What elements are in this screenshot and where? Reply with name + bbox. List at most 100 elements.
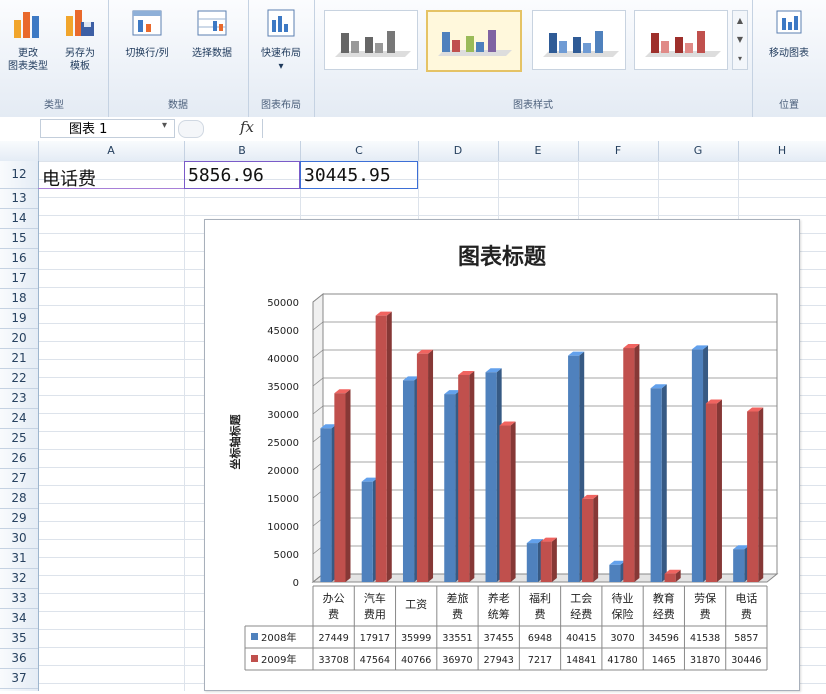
bar-series1: [650, 388, 662, 582]
row-header-12[interactable]: 12: [0, 161, 38, 189]
select-all-corner[interactable]: [0, 141, 39, 161]
formula-bar: 图表 1 ▾ fx: [0, 117, 826, 142]
bar-side: [510, 421, 516, 582]
column-header-h[interactable]: H: [738, 141, 826, 161]
category-label: 汽车: [364, 591, 386, 605]
row-header-28[interactable]: 28: [0, 489, 38, 509]
row-header-26[interactable]: 26: [0, 449, 38, 469]
change-chart-type-button[interactable]: 更改 图表类型: [4, 6, 52, 73]
styles-gallery-scroller[interactable]: ▲ ▼ ▾: [732, 10, 748, 70]
bar-series2: [623, 348, 635, 582]
move-chart-button[interactable]: 移动图表: [756, 6, 822, 60]
group-label: 数据: [168, 100, 188, 111]
row-header-16[interactable]: 16: [0, 249, 38, 269]
row-header-17[interactable]: 17: [0, 269, 38, 289]
chart-style-3-icon: [543, 31, 619, 57]
chart-style-3[interactable]: [532, 10, 626, 70]
move-chart-icon: [776, 10, 802, 34]
chart-object[interactable]: 图表标题 坐标轴标题 0 5000 10000 15000 20000 25000 30000 3…: [204, 219, 800, 691]
bar-series2: [458, 374, 470, 582]
data-table-value: 40415: [566, 633, 596, 644]
chart-style-1[interactable]: [324, 10, 418, 70]
bar-side: [716, 399, 722, 582]
row-header-21[interactable]: 21: [0, 349, 38, 369]
y-tick-label: 25000: [267, 438, 299, 449]
row-header-14[interactable]: 14: [0, 209, 38, 229]
row-header-19[interactable]: 19: [0, 309, 38, 329]
column-header-g[interactable]: G: [658, 141, 739, 161]
data-table-value: 40766: [401, 655, 431, 666]
column-header-a[interactable]: A: [38, 141, 185, 161]
cell-b12[interactable]: 5856.96: [188, 165, 264, 186]
category-label: 差旅: [446, 591, 468, 605]
y-tick-label: 40000: [267, 354, 299, 365]
select-data-button[interactable]: 选择数据: [180, 6, 244, 60]
row-header-30[interactable]: 30: [0, 529, 38, 549]
bar-series2: [705, 403, 717, 582]
legend-label: 2009年: [261, 653, 296, 666]
row-header-13[interactable]: 13: [0, 189, 38, 209]
bar-series1: [526, 543, 538, 582]
column-header-c[interactable]: C: [300, 141, 419, 161]
column-header-b[interactable]: B: [184, 141, 301, 161]
data-table-value: 27449: [319, 633, 349, 644]
column-header-e[interactable]: E: [498, 141, 579, 161]
row-header-23[interactable]: 23: [0, 389, 38, 409]
bar-side: [469, 370, 475, 582]
row-header-18[interactable]: 18: [0, 289, 38, 309]
bar-series2: [540, 541, 552, 582]
y-tick-label: 0: [293, 578, 299, 589]
data-table-value: 30446: [731, 655, 761, 666]
group-chart-layout: 快速布局 ▾ 图表布局: [248, 0, 315, 117]
row-header-33[interactable]: 33: [0, 589, 38, 609]
data-table-value: 14841: [566, 655, 596, 666]
data-table-value: 6948: [528, 633, 552, 644]
chart-style-2[interactable]: [426, 10, 522, 72]
row-header-32[interactable]: 32: [0, 569, 38, 589]
category-label: 费: [535, 608, 546, 621]
cell-c12[interactable]: 30445.95: [304, 165, 391, 186]
name-box[interactable]: 图表 1: [40, 119, 175, 138]
row-header-24[interactable]: 24: [0, 409, 38, 429]
formula-input[interactable]: [262, 119, 823, 138]
select-data-icon: [197, 10, 227, 36]
save-template-icon: [66, 10, 94, 36]
save-as-template-button[interactable]: 另存为 模板: [56, 6, 104, 73]
row-header-31[interactable]: 31: [0, 549, 38, 569]
row-header-25[interactable]: 25: [0, 429, 38, 449]
row-header-22[interactable]: 22: [0, 369, 38, 389]
bar-series2: [416, 353, 429, 582]
resize-handle[interactable]: [178, 120, 204, 138]
group-data: 切换行/列 选择数据 数据: [108, 0, 249, 117]
row-header-34[interactable]: 34: [0, 609, 38, 629]
row-header-37[interactable]: 37: [0, 669, 38, 689]
bar-series2: [499, 425, 511, 582]
legend-key: [251, 633, 258, 640]
row-header-20[interactable]: 20: [0, 329, 38, 349]
bar-series2: [375, 315, 387, 582]
function-icon[interactable]: fx: [240, 118, 254, 136]
chevron-down-icon[interactable]: ▾: [162, 120, 167, 131]
group-label: 位置: [779, 100, 799, 111]
switch-row-column-button[interactable]: 切换行/列: [114, 6, 180, 60]
chart-style-1-icon: [335, 31, 411, 57]
bar-series1: [568, 355, 580, 582]
cell-a12-range-line: [38, 188, 184, 189]
bar-side: [345, 389, 351, 582]
bar-series2: [581, 498, 594, 582]
data-table-value: 41780: [607, 655, 637, 666]
row-header-35[interactable]: 35: [0, 629, 38, 649]
bar-series1: [361, 481, 373, 582]
row-header-29[interactable]: 29: [0, 509, 38, 529]
column-header-f[interactable]: F: [578, 141, 659, 161]
category-label: 费: [328, 608, 339, 621]
row-header-36[interactable]: 36: [0, 649, 38, 669]
data-table-value: 5857: [734, 633, 758, 644]
column-divider: [184, 161, 185, 691]
quick-layout-button[interactable]: 快速布局 ▾: [252, 6, 310, 73]
row-header-27[interactable]: 27: [0, 469, 38, 489]
column-header-d[interactable]: D: [418, 141, 499, 161]
row-header-15[interactable]: 15: [0, 229, 38, 249]
category-label: 福利: [529, 591, 551, 605]
chart-style-4[interactable]: [634, 10, 728, 70]
